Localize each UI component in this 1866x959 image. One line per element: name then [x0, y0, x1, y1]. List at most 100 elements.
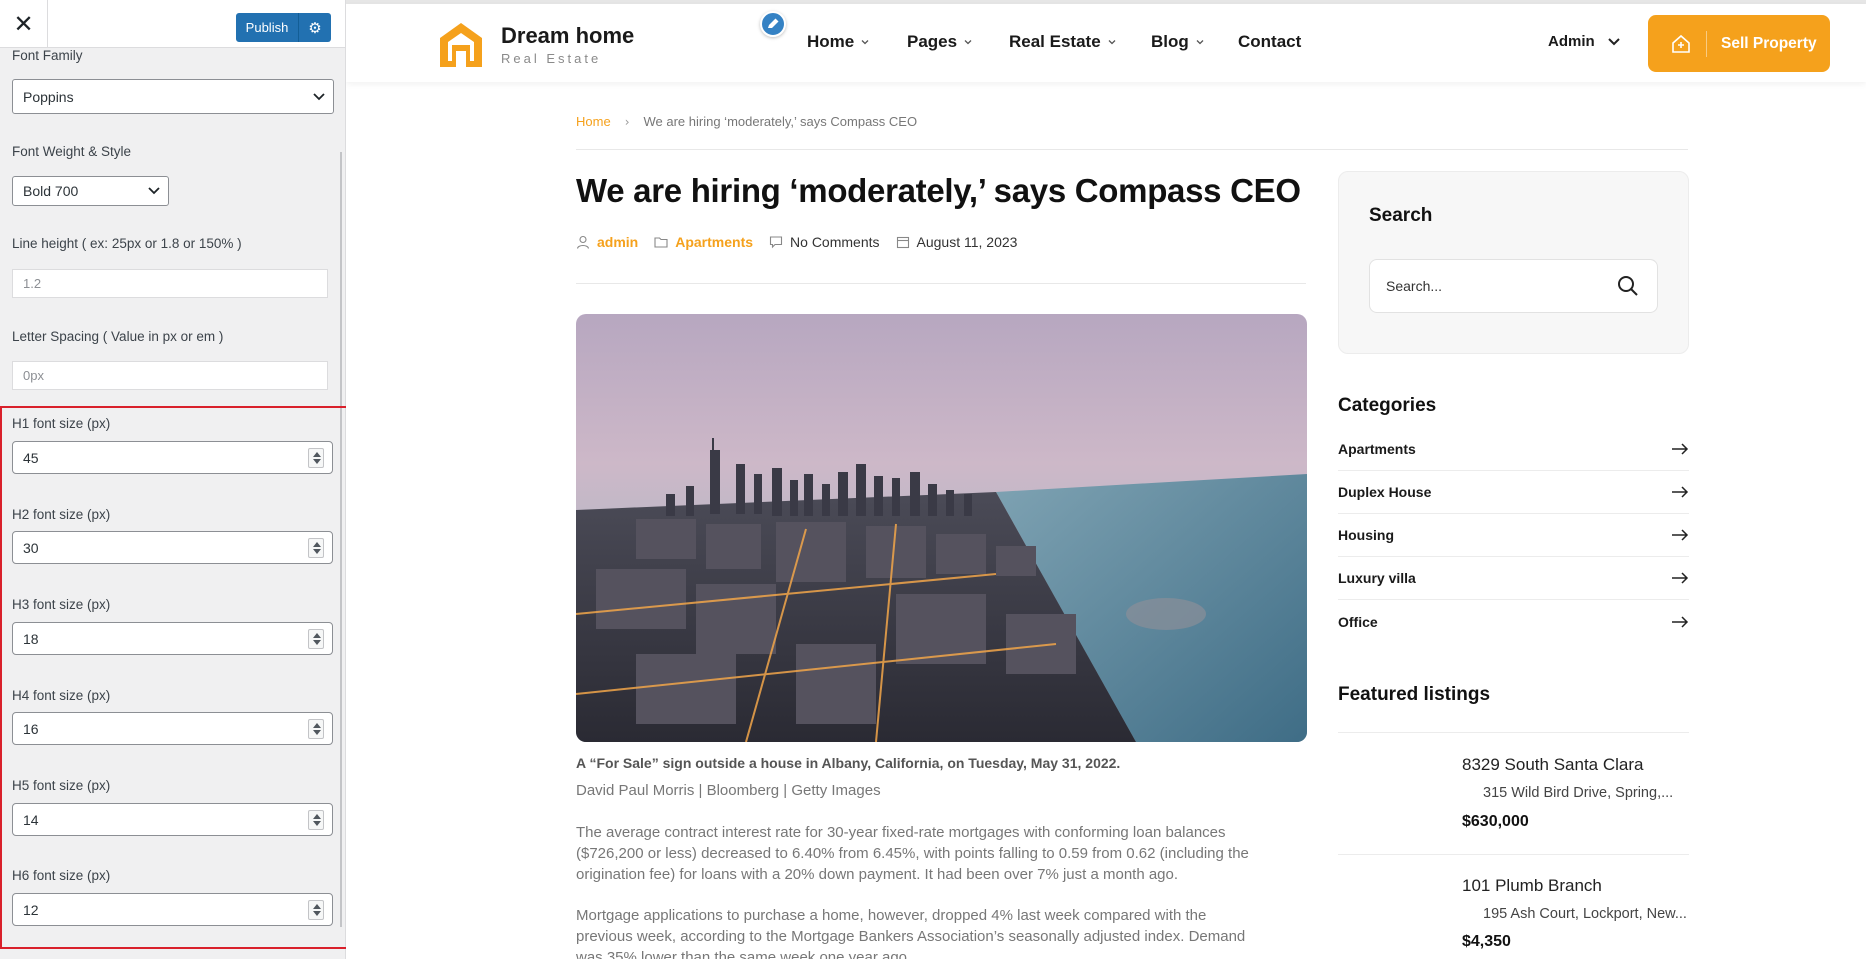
h1-size-input[interactable]: 45 [12, 441, 333, 474]
divider [576, 283, 1306, 284]
sell-property-label: Sell Property [1721, 34, 1817, 52]
chevron-down-icon [313, 92, 325, 100]
breadcrumb-separator: › [624, 114, 630, 129]
chevron-down-icon [1607, 37, 1620, 45]
letter-spacing-input[interactable]: 0px [12, 361, 328, 390]
listing-title[interactable]: 8329 South Santa Clara [1462, 755, 1643, 775]
h6-size-value: 12 [23, 901, 39, 918]
customizer-header: ✕ Publish ⚙ [0, 0, 345, 48]
breadcrumb-current: We are hiring ‘moderately,’ says Compass… [643, 114, 918, 129]
chevron-down-icon [964, 40, 972, 45]
site-header: Dream home Real Estate Home Pages Real E… [346, 4, 1866, 82]
category-link-duplex-house[interactable]: Duplex House [1338, 471, 1689, 514]
category-link-luxury-villa[interactable]: Luxury villa [1338, 557, 1689, 600]
number-spinner-icon[interactable] [308, 810, 324, 830]
post-comments-link[interactable]: No Comments [790, 234, 879, 250]
post-category-link[interactable]: Apartments [675, 234, 753, 250]
comment-icon [769, 236, 783, 249]
nav-pages[interactable]: Pages [907, 32, 972, 52]
image-credit: David Paul Morris | Bloomberg | Getty Im… [576, 782, 881, 799]
number-spinner-icon[interactable] [308, 900, 324, 920]
line-height-label: Line height ( ex: 25px or 1.8 or 150% ) [12, 236, 242, 251]
h3-size-input[interactable]: 18 [12, 622, 333, 655]
arrow-right-icon [1672, 572, 1689, 584]
admin-menu[interactable]: Admin [1548, 33, 1621, 50]
home-plus-icon [1672, 34, 1690, 53]
divider [1338, 732, 1689, 733]
divider [576, 149, 1688, 150]
close-customizer-button[interactable]: ✕ [0, 0, 48, 48]
number-spinner-icon[interactable] [308, 719, 324, 739]
line-height-input[interactable]: 1.2 [12, 269, 328, 298]
post-paragraph-2: Mortgage applications to purchase a home… [576, 907, 1246, 959]
listing-title[interactable]: 101 Plumb Branch [1462, 876, 1602, 896]
chevron-down-icon [1196, 40, 1204, 45]
font-weight-select[interactable]: Bold 700 [12, 176, 169, 206]
edit-shortcut-pencil-icon[interactable] [760, 11, 786, 37]
post-title: We are hiring ‘moderately,’ says Compass… [576, 172, 1301, 209]
publish-group: Publish ⚙ [236, 13, 331, 42]
site-preview: Dream home Real Estate Home Pages Real E… [346, 0, 1866, 959]
city-skyline-hero-image [576, 314, 1307, 742]
font-weight-value: Bold 700 [23, 183, 79, 199]
h2-size-label: H2 font size (px) [12, 507, 111, 522]
h1-size-label: H1 font size (px) [12, 416, 111, 431]
font-family-label: Font Family [12, 48, 83, 63]
house-logo-icon[interactable] [438, 21, 484, 69]
breadcrumb: Home › We are hiring ‘moderately,’ says … [576, 114, 917, 129]
sell-property-button[interactable]: Sell Property [1648, 15, 1830, 72]
category-link-housing[interactable]: Housing [1338, 514, 1689, 557]
h5-size-value: 14 [23, 811, 39, 828]
h4-size-input[interactable]: 16 [12, 712, 333, 745]
listing-price: $630,000 [1462, 813, 1529, 830]
arrow-right-icon [1672, 486, 1689, 498]
number-spinner-icon[interactable] [308, 448, 324, 468]
logo-title[interactable]: Dream home [501, 23, 634, 49]
category-link-apartments[interactable]: Apartments [1338, 428, 1689, 471]
search-icon[interactable] [1616, 274, 1640, 298]
h1-size-value: 45 [23, 449, 39, 466]
font-family-select[interactable]: Poppins [12, 79, 334, 114]
h4-size-label: H4 font size (px) [12, 688, 111, 703]
listing-address: 315 Wild Bird Drive, Spring,... [1483, 785, 1674, 801]
folder-icon [654, 237, 668, 248]
chevron-down-icon [148, 187, 160, 195]
logo-subtitle: Real Estate [501, 51, 602, 66]
categories-title: Categories [1338, 395, 1437, 416]
sidebar-search-input[interactable]: Search... [1369, 259, 1658, 313]
arrow-right-icon [1672, 529, 1689, 541]
publish-settings-gear-icon[interactable]: ⚙ [298, 13, 331, 42]
post-paragraph-1: The average contract interest rate for 3… [576, 824, 1249, 883]
image-caption: A “For Sale” sign outside a house in Alb… [576, 755, 1121, 771]
h5-size-input[interactable]: 14 [12, 803, 333, 836]
category-link-office[interactable]: Office [1338, 600, 1689, 643]
nav-blog[interactable]: Blog [1151, 32, 1204, 52]
breadcrumb-home[interactable]: Home [576, 114, 611, 129]
divider [1338, 854, 1689, 855]
h4-size-value: 16 [23, 720, 39, 737]
arrow-right-icon [1672, 443, 1689, 455]
h6-size-label: H6 font size (px) [12, 868, 111, 883]
number-spinner-icon[interactable] [308, 538, 324, 558]
nav-contact[interactable]: Contact [1238, 32, 1301, 52]
h2-size-input[interactable]: 30 [12, 531, 333, 564]
post-meta: admin Apartments No Comments August 11, … [576, 234, 1033, 250]
post-author-link[interactable]: admin [597, 234, 638, 250]
h6-size-input[interactable]: 12 [12, 893, 333, 926]
h3-size-label: H3 font size (px) [12, 597, 111, 612]
h5-size-label: H5 font size (px) [12, 778, 111, 793]
chevron-down-icon [1108, 40, 1116, 45]
listing-price: $4,350 [1462, 933, 1511, 950]
letter-spacing-label: Letter Spacing ( Value in px or em ) [12, 329, 224, 344]
user-icon [576, 235, 590, 249]
listing-address: 195 Ash Court, Lockport, New... [1483, 906, 1687, 922]
font-weight-label: Font Weight & Style [12, 144, 132, 159]
customizer-panel: ✕ Publish ⚙ Font Family Poppins Font Wei… [0, 0, 346, 959]
panel-scrollbar[interactable] [340, 152, 342, 927]
calendar-icon [896, 236, 909, 249]
publish-button[interactable]: Publish [236, 13, 298, 42]
nav-real-estate[interactable]: Real Estate [1009, 32, 1116, 52]
number-spinner-icon[interactable] [308, 629, 324, 649]
arrow-right-icon [1672, 615, 1689, 628]
nav-home[interactable]: Home [807, 32, 869, 52]
